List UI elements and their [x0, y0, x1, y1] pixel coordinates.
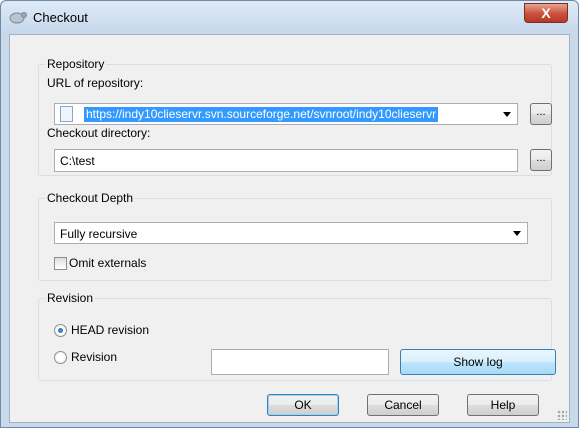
title-bar[interactable]: Checkout X [1, 1, 578, 33]
resize-grip-icon[interactable] [557, 410, 567, 420]
head-revision-label[interactable]: HEAD revision [71, 323, 149, 337]
url-label: URL of repository: [47, 76, 144, 90]
chevron-down-icon[interactable] [503, 112, 511, 117]
revision-group: Revision HEAD revision Revision Show log [38, 291, 556, 381]
chevron-down-icon[interactable] [513, 231, 521, 236]
revision-label[interactable]: Revision [71, 350, 117, 364]
repository-legend: Repository [45, 57, 107, 71]
checkout-directory-input[interactable]: C:\test [54, 149, 518, 172]
checkout-depth-group: Checkout Depth Fully recursive Omit exte… [38, 191, 552, 281]
checkout-dialog: Checkout X Repository URL of repository:… [0, 0, 579, 428]
url-browse-button[interactable]: ... [530, 103, 552, 125]
depth-dropdown[interactable]: Fully recursive [54, 222, 528, 244]
show-log-button[interactable]: Show log [400, 349, 556, 375]
revision-input[interactable] [211, 349, 389, 375]
url-input[interactable]: https://indy10clieservr.svn.sourceforge.… [84, 107, 439, 122]
directory-browse-button[interactable]: ... [530, 149, 552, 171]
ok-button[interactable]: OK [267, 394, 339, 416]
repository-group: Repository URL of repository: https://in… [38, 57, 552, 176]
checkout-directory-label: Checkout directory: [47, 126, 151, 140]
checkout-depth-legend: Checkout Depth [45, 191, 136, 205]
url-combobox[interactable]: https://indy10clieservr.svn.sourceforge.… [54, 103, 518, 125]
dialog-body: Repository URL of repository: https://in… [9, 34, 570, 423]
cancel-button[interactable]: Cancel [367, 394, 439, 416]
tortoisesvn-icon [9, 12, 27, 24]
close-button[interactable]: X [524, 3, 568, 23]
revision-radio[interactable] [54, 351, 67, 364]
revision-legend: Revision [45, 291, 96, 305]
omit-externals-label[interactable]: Omit externals [69, 256, 146, 270]
close-icon: X [541, 5, 551, 21]
omit-externals-checkbox[interactable] [54, 257, 67, 270]
depth-selected-value: Fully recursive [60, 227, 138, 241]
document-icon [60, 106, 73, 122]
help-button[interactable]: Help [467, 394, 539, 416]
head-revision-radio[interactable] [54, 324, 67, 337]
window-title: Checkout [33, 10, 88, 25]
